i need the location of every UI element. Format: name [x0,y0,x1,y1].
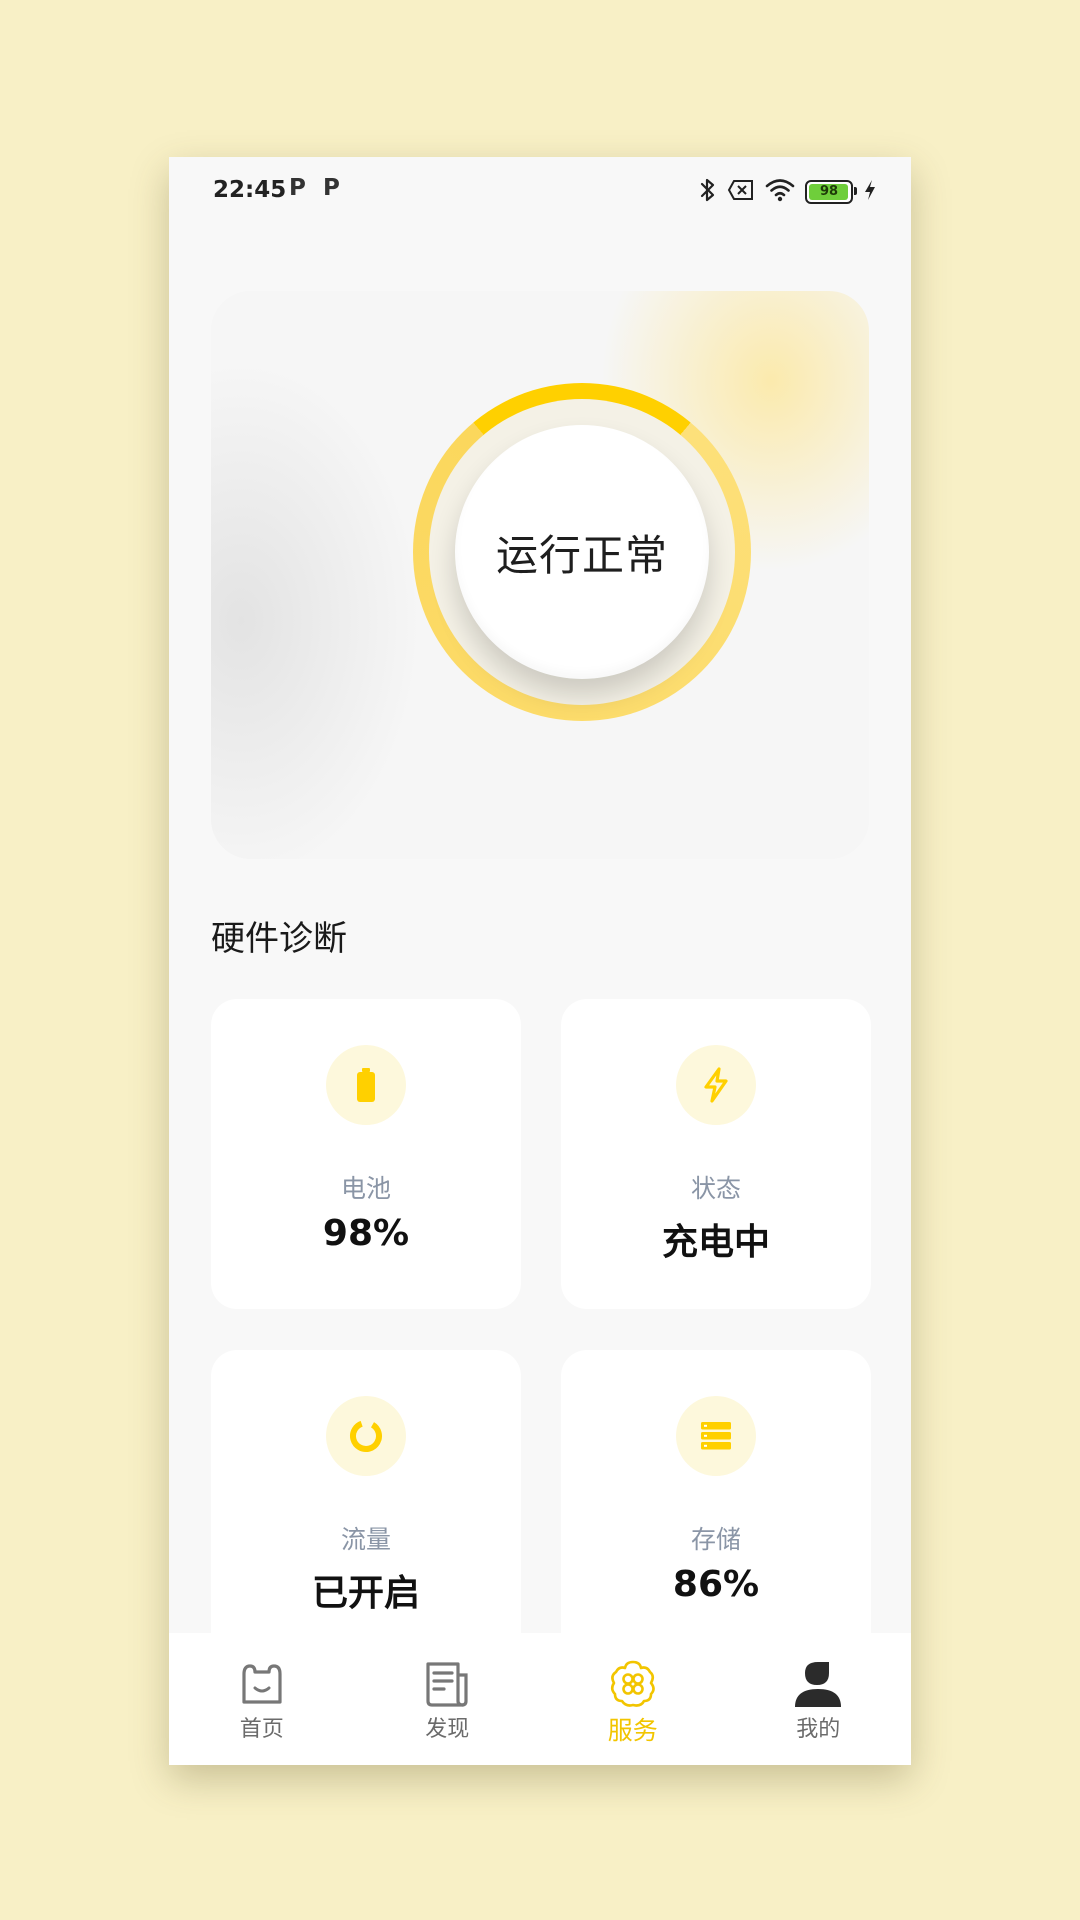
home-cat-icon [237,1659,287,1709]
card-battery[interactable]: 电池 98% [211,999,521,1309]
card-label: 电池 [340,1174,391,1203]
sim-off-icon [727,179,755,205]
notification-p-icon: P [289,175,306,201]
nav-label: 发现 [425,1717,470,1742]
bluetooth-icon [699,177,717,207]
status-time: 22:45 [213,177,287,203]
flower-service-icon [608,1659,658,1709]
card-label: 流量 [340,1525,391,1554]
status-gauge: 运行正常 [413,383,751,721]
nav-item-service[interactable]: 服务 [540,1633,726,1765]
wifi-icon [765,178,795,206]
bolt-icon [676,1045,756,1125]
status-bar: 22:45 P P 98 [169,157,911,229]
card-value: 86% [672,1564,760,1605]
card-storage[interactable]: 存储 86% [561,1350,871,1660]
card-value: 已开启 [311,1573,420,1614]
phone-screen: 22:45 P P 98 运行正常 硬件诊断 电池 98% 状态 充电中 流量 … [169,157,911,1765]
card-state[interactable]: 状态 充电中 [561,999,871,1309]
battery-indicator: 98 [805,180,857,204]
user-icon [793,1659,843,1709]
status-text: 运行正常 [495,530,668,580]
status-icons: 98 [699,177,877,207]
status-gauge-center[interactable]: 运行正常 [455,425,709,679]
card-value: 充电中 [661,1222,770,1263]
nav-item-home[interactable]: 首页 [169,1633,355,1765]
battery-icon [326,1045,406,1125]
card-label: 状态 [690,1174,741,1203]
charging-icon [863,179,877,205]
battery-level-text: 98 [819,184,839,199]
bottom-nav: 首页 发现 服务 我的 [169,1633,911,1765]
nav-item-profile[interactable]: 我的 [726,1633,912,1765]
nav-item-discover[interactable]: 发现 [355,1633,541,1765]
section-title: 硬件诊断 [211,919,347,959]
storage-icon [676,1396,756,1476]
notification-p-icon: P [323,175,340,201]
card-traffic[interactable]: 流量 已开启 [211,1350,521,1660]
card-value: 98% [322,1213,410,1254]
nav-label: 服务 [607,1716,658,1745]
nav-label: 我的 [796,1717,841,1742]
card-label: 存储 [690,1525,741,1554]
nav-label: 首页 [239,1717,284,1742]
status-hero: 运行正常 [211,291,869,859]
ring-icon [326,1396,406,1476]
document-icon [422,1659,472,1709]
